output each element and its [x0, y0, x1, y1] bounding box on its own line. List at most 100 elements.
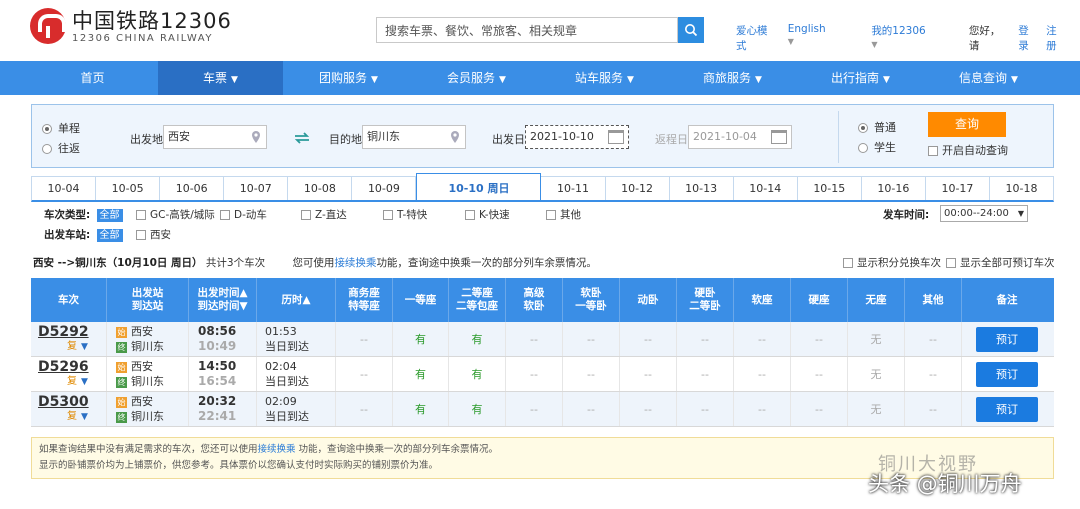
type-gc-checkbox[interactable]: GC-高铁/城际 [136, 207, 215, 222]
chevron-down-icon: ▼ [1011, 75, 1018, 85]
language-select[interactable]: English ▼ [788, 23, 856, 53]
date-tab[interactable]: 10-09 [352, 177, 417, 200]
checkbox-icon [301, 210, 311, 220]
round-trip-radio[interactable]: 往返 [42, 140, 80, 156]
nav-group[interactable]: 团购服务 ▼ [286, 61, 411, 95]
show-points-checkbox[interactable]: 显示积分兑换车次 [843, 255, 941, 270]
from-station-input[interactable]: 西安 [163, 125, 267, 149]
chevron-down-icon: ▼ [871, 40, 878, 49]
col-emu-sleeper: 动卧 [620, 278, 677, 322]
date-tab[interactable]: 10-11 [541, 177, 606, 200]
all-stations-toggle[interactable]: 全部 [96, 229, 123, 242]
greeting: 您好，请 [968, 25, 1001, 52]
show-all-checkbox[interactable]: 显示全部可预订车次 [946, 255, 1055, 270]
date-tab[interactable]: 10-16 [861, 177, 926, 200]
query-form: 单程 往返 出发地 西安 目的地 铜川东 出发日 2021-10-10 返程日 … [31, 104, 1054, 168]
from-label: 出发地 [130, 133, 163, 146]
date-tab[interactable]: 10-08 [288, 177, 353, 200]
header: 中国铁路12306 12306 CHINA RAILWAY 搜索车票、餐饮、常旅… [0, 0, 1080, 60]
care-mode-link[interactable]: 爱心模式 [736, 23, 772, 53]
book-button[interactable]: 预订 [976, 396, 1038, 422]
chevron-down-icon[interactable]: ▼ [81, 377, 88, 387]
result-count: 共计3个车次 [205, 257, 266, 269]
train-number-link[interactable]: D5292 [38, 324, 89, 340]
date-tab[interactable]: 10-18 [990, 177, 1054, 200]
return-date-input[interactable]: 2021-10-04 [688, 125, 792, 149]
date-tabs: 10-04 10-05 10-06 10-07 10-08 10-09 10-1… [31, 173, 1054, 202]
col-first-class: 一等座 [393, 278, 449, 322]
chevron-down-icon[interactable]: ▼ [81, 342, 88, 352]
depart-date-input[interactable]: 2021-10-10 [525, 125, 629, 149]
login-link[interactable]: 登录 [1018, 23, 1036, 53]
auto-query-checkbox[interactable]: 开启自动查询 [928, 142, 1008, 158]
type-d-checkbox[interactable]: D-动车 [220, 207, 267, 222]
date-tab[interactable]: 10-14 [733, 177, 798, 200]
type-other-checkbox[interactable]: 其他 [546, 207, 581, 222]
nav-business[interactable]: 商旅服务 ▼ [670, 61, 795, 95]
date-tab[interactable]: 10-07 [224, 177, 289, 200]
nav-info[interactable]: 信息查询 ▼ [926, 61, 1051, 95]
result-summary: 西安 -->铜川东（10月10日 周日） 共计3个车次 您可使用接续换乘功能，查… [33, 255, 1055, 270]
register-link[interactable]: 注册 [1046, 23, 1064, 53]
nav-guide[interactable]: 出行指南 ▼ [798, 61, 923, 95]
nav-tickets[interactable]: 车票 ▼ [158, 61, 283, 95]
date-tab[interactable]: 10-05 [96, 177, 161, 200]
logo[interactable]: 中国铁路12306 12306 CHINA RAILWAY [30, 8, 232, 44]
logo-title: 中国铁路12306 [72, 8, 232, 33]
main-nav: 首页 车票 ▼ 团购服务 ▼ 会员服务 ▼ 站车服务 ▼ 商旅服务 ▼ 出行指南 ▼ 信息查… [0, 61, 1080, 95]
train-number-link[interactable]: D5296 [38, 359, 89, 375]
chevron-down-icon: ▼ [1017, 209, 1024, 218]
train-number-link[interactable]: D5300 [38, 394, 89, 410]
book-button[interactable]: 预订 [976, 326, 1038, 352]
chevron-down-icon: ▼ [883, 75, 890, 85]
all-types-toggle[interactable]: 全部 [96, 209, 123, 222]
chevron-down-icon: ▼ [755, 75, 762, 85]
date-tab[interactable]: 10-13 [669, 177, 734, 200]
my12306-menu[interactable]: 我的12306 ▼ [871, 23, 953, 53]
type-t-checkbox[interactable]: T-特快 [383, 207, 427, 222]
query-button[interactable]: 查询 [928, 112, 1006, 137]
station-xian-checkbox[interactable]: 西安 [136, 227, 171, 242]
nav-member[interactable]: 会员服务 ▼ [414, 61, 539, 95]
type-z-checkbox[interactable]: Z-直达 [301, 207, 347, 222]
reentry-badge: 复 ▼ [67, 341, 88, 352]
date-tab[interactable]: 10-12 [605, 177, 670, 200]
normal-ticket-radio[interactable]: 普通 [858, 119, 896, 135]
depart-date-label: 出发日 [492, 133, 525, 146]
depart-time-select[interactable]: 00:00--24:00 ▼ [940, 205, 1028, 222]
divider [838, 111, 839, 163]
search-icon [685, 24, 698, 37]
student-ticket-radio[interactable]: 学生 [858, 139, 896, 155]
table-row: D5300 复 ▼ 始西安 终铜川东 20:32 22:41 02:09 当日到达 -… [31, 392, 1054, 427]
nav-home[interactable]: 首页 [30, 61, 155, 95]
book-button[interactable]: 预订 [976, 361, 1038, 387]
date-tab-selected[interactable]: 10-10 周日 [416, 173, 542, 200]
to-station-input[interactable]: 铜川东 [362, 125, 466, 149]
calendar-icon [771, 130, 787, 144]
one-way-radio[interactable]: 单程 [42, 120, 80, 136]
col-duration-sort[interactable]: 历时▲ [257, 278, 336, 322]
type-k-checkbox[interactable]: K-快速 [465, 207, 510, 222]
start-station-icon: 始 [116, 396, 127, 408]
location-pin-icon [451, 131, 459, 143]
transfer-link[interactable]: 接续换乘 [258, 444, 296, 455]
date-tab[interactable]: 10-15 [797, 177, 862, 200]
search-button[interactable] [678, 17, 704, 43]
swap-stations-icon[interactable] [294, 132, 310, 144]
col-hard-sleeper: 硬卧 二等卧 [677, 278, 734, 322]
transfer-tip: 您可使用接续换乘功能，查询途中换乘一次的部分列车余票情况。 [292, 257, 597, 269]
date-tab[interactable]: 10-04 [32, 177, 97, 200]
train-type-filter: 车次类型: 全部 [44, 207, 123, 222]
col-other: 其他 [905, 278, 962, 322]
transfer-link[interactable]: 接续换乘 [334, 257, 376, 269]
watermark: 铜川大视野 头条 @铜川万舟 [868, 454, 1022, 496]
col-hard-seat: 硬座 [791, 278, 848, 322]
date-tab[interactable]: 10-06 [160, 177, 225, 200]
checkbox-icon [465, 210, 475, 220]
site-search-input[interactable]: 搜索车票、餐饮、常旅客、相关规章 [376, 17, 678, 43]
chevron-down-icon[interactable]: ▼ [81, 412, 88, 422]
col-deluxe-sleeper: 高级 软卧 [506, 278, 563, 322]
col-times-sort[interactable]: 出发时间▲ 到达时间▼ [189, 278, 257, 322]
nav-station[interactable]: 站车服务 ▼ [542, 61, 667, 95]
date-tab[interactable]: 10-17 [925, 177, 990, 200]
